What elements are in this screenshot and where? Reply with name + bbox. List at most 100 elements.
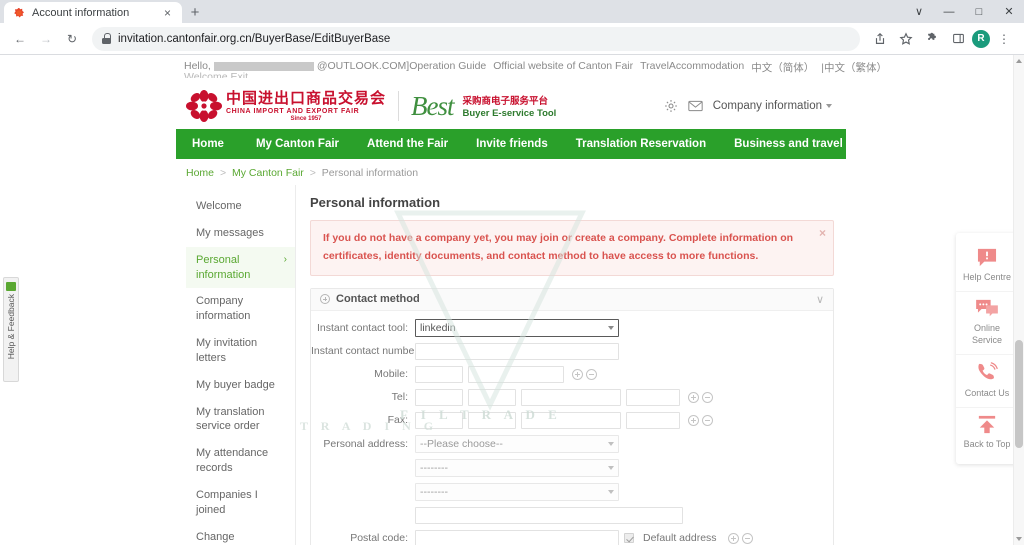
sidebar-item-company-information[interactable]: Company information › (186, 288, 295, 330)
postal-code-input[interactable] (415, 529, 619, 545)
remove-row-icon[interactable] (702, 391, 713, 403)
chevron-right-icon: › (283, 446, 287, 461)
sidebar-item-welcome[interactable]: Welcome › (186, 193, 295, 220)
sidebar-item-my-buyer-badge[interactable]: My buyer badge › (186, 372, 295, 399)
dock-item-contact-us[interactable]: Contact Us (956, 353, 1018, 407)
link-travel-accommodation[interactable]: TravelAccommodation (640, 60, 744, 72)
new-tab-button[interactable]: + (182, 2, 208, 23)
fax-extension-input[interactable] (626, 411, 680, 429)
chat-bubbles-icon (976, 300, 998, 317)
address-country-select[interactable]: --Please choose-- (415, 434, 619, 453)
link-operation-guide[interactable]: Operation Guide (409, 60, 486, 72)
browser-menu-icon[interactable]: ⋮ (992, 27, 1016, 51)
lock-icon (102, 33, 111, 44)
chevron-down-icon[interactable]: ∨ (904, 0, 934, 23)
chevron-right-icon: › (283, 226, 287, 241)
dock-label: Contact Us (964, 387, 1010, 398)
envelope-icon[interactable] (688, 100, 703, 112)
profile-avatar[interactable]: R (972, 29, 990, 48)
close-window-button[interactable]: ✕ (994, 0, 1024, 23)
dock-item-back-to-top[interactable]: Back to Top (956, 407, 1018, 458)
dock-label: Online Service (971, 323, 1002, 345)
instant-contact-tool-select[interactable]: linkedin (415, 318, 619, 337)
dock-item-help-centre[interactable]: Help Centre (956, 241, 1018, 291)
welcome-exit-label[interactable]: Welcome Exit (184, 71, 248, 78)
address-city-select[interactable]: -------- (415, 482, 619, 501)
reload-icon[interactable]: ↻ (60, 27, 84, 51)
tel-extension-input[interactable] (626, 388, 680, 406)
add-row-icon[interactable] (688, 391, 699, 403)
add-row-icon[interactable] (688, 414, 699, 426)
fax-country-code-input[interactable] (415, 411, 463, 429)
sidebar-item-my-invitation-letters[interactable]: My invitation letters › (186, 330, 295, 372)
panel-header[interactable]: Contact method ∨ (311, 288, 833, 311)
add-row-icon[interactable] (572, 368, 583, 380)
breadcrumb-my-canton-fair[interactable]: My Canton Fair (232, 167, 304, 179)
bookmark-star-icon[interactable] (894, 27, 918, 51)
window-controls: ∨ — □ ✕ (904, 0, 1024, 23)
sidebar-item-companies-i-joined[interactable]: Companies I joined › (186, 482, 295, 524)
scrollbar-thumb[interactable] (1015, 340, 1023, 448)
gear-icon[interactable] (664, 99, 678, 113)
nav-item-translation-reservation[interactable]: Translation Reservation (562, 129, 720, 159)
sidebar-item-my-translation-service-order[interactable]: My translation service order › (186, 399, 295, 441)
default-address-checkbox[interactable] (624, 533, 634, 544)
mobile-number-input[interactable] (468, 365, 564, 383)
nav-item-home[interactable]: Home (176, 129, 242, 159)
instant-contact-number-input[interactable] (415, 342, 619, 360)
sidebar-item-my-attendance-records[interactable]: My attendance records › (186, 440, 295, 482)
page-scrollbar[interactable] (1013, 55, 1024, 545)
tel-area-code-input[interactable] (468, 388, 516, 406)
sidebar-item-personal-information[interactable]: Personal information › (186, 246, 295, 289)
scroll-down-icon[interactable] (1016, 537, 1022, 541)
link-chinese-traditional[interactable]: |中文（繁体） (821, 60, 887, 75)
tel-number-input[interactable] (521, 388, 621, 406)
breadcrumb-home[interactable]: Home (186, 167, 214, 179)
add-circle-icon[interactable] (320, 294, 330, 305)
personal-address-label: Personal address: (323, 437, 408, 450)
floating-service-dock: Help Centre Online Service Contact Us Ba… (956, 233, 1018, 465)
address-province-select[interactable]: -------- (415, 458, 619, 477)
header-actions: Company information (664, 99, 836, 113)
maximize-button[interactable]: □ (964, 0, 994, 23)
sidebar-item-change-password[interactable]: Change password › (186, 524, 295, 545)
remove-row-icon[interactable] (702, 414, 713, 426)
nav-item-business-and-travel-service[interactable]: Business and travel service (720, 129, 900, 159)
instant-contact-tool-select-wrap: linkedin (415, 318, 619, 337)
back-icon[interactable]: ← (8, 27, 32, 51)
company-information-dropdown[interactable]: Company information (713, 100, 832, 112)
minimize-button[interactable]: — (934, 0, 964, 23)
nav-item-my-canton-fair[interactable]: My Canton Fair (242, 129, 353, 159)
sidebar-item-my-messages[interactable]: My messages › (186, 220, 295, 247)
extensions-puzzle-icon[interactable] (920, 27, 944, 51)
remove-row-icon[interactable] (741, 532, 753, 544)
close-icon[interactable]: × (160, 5, 175, 20)
help-feedback-tab[interactable]: Help & Feedback (3, 277, 19, 382)
help-speech-bubble-icon (977, 248, 997, 267)
fax-number-input[interactable] (521, 411, 621, 429)
forward-icon[interactable]: → (34, 27, 58, 51)
side-panel-icon[interactable] (946, 27, 970, 51)
nav-item-invite-friends[interactable]: Invite friends (462, 129, 562, 159)
share-icon[interactable] (868, 27, 892, 51)
address-bar[interactable]: invitation.cantonfair.org.cn/BuyerBase/E… (92, 26, 860, 51)
email-suffix: @OUTLOOK.COM] (316, 60, 410, 72)
field-row-address-province: -------- (311, 458, 821, 477)
remove-row-icon[interactable] (586, 368, 597, 380)
close-icon[interactable]: × (819, 227, 826, 239)
add-row-icon[interactable] (727, 532, 739, 544)
scroll-up-icon[interactable] (1016, 59, 1022, 63)
link-chinese-simplified[interactable]: 中文（简体） (751, 60, 814, 75)
fax-area-code-input[interactable] (468, 411, 516, 429)
chevron-down-icon[interactable]: ∨ (816, 293, 824, 306)
nav-item-attend-the-fair[interactable]: Attend the Fair (353, 129, 462, 159)
browser-tab[interactable]: Account information × (4, 2, 182, 23)
browser-window: Account information × + ∨ — □ ✕ ← → ↻ in… (0, 0, 1024, 545)
sidebar-item-label: Change password (196, 530, 235, 543)
mobile-country-code-input[interactable] (415, 365, 463, 383)
address-detail-input[interactable] (415, 506, 683, 524)
brand-text: 中国进出口商品交易会 CHINA IMPORT AND EXPORT FAIR … (226, 90, 386, 122)
dock-item-online-service[interactable]: Online Service (956, 291, 1018, 354)
link-official-website[interactable]: Official website of Canton Fair (493, 60, 633, 72)
tel-country-code-input[interactable] (415, 388, 463, 406)
